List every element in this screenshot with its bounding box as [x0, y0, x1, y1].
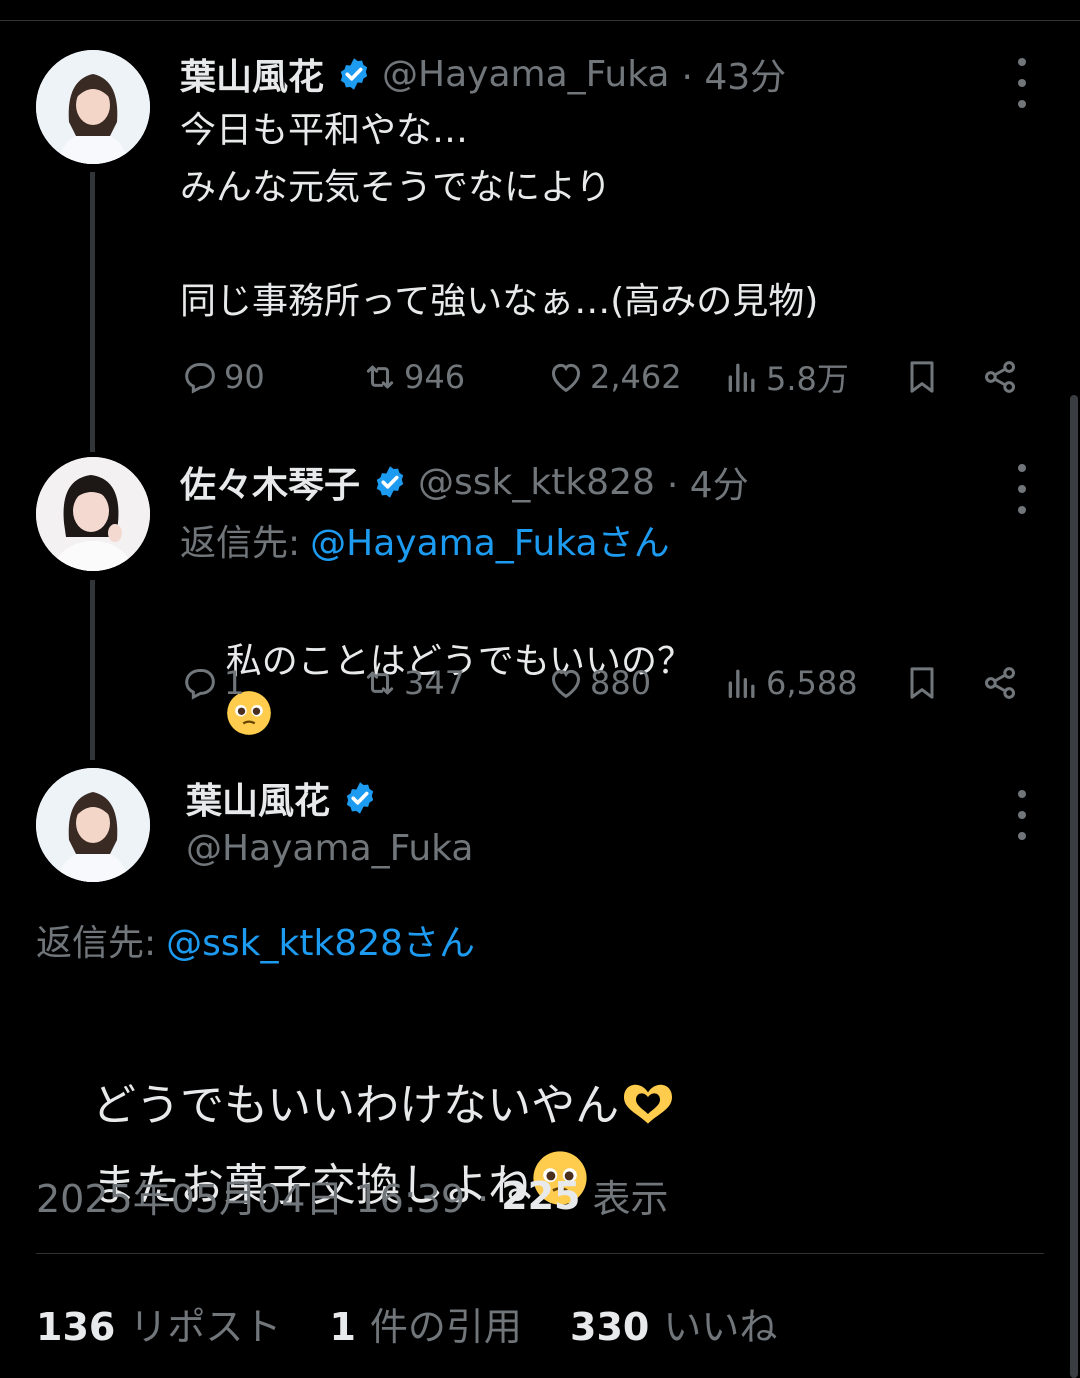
- reply-count: 90: [224, 358, 265, 396]
- author-name[interactable]: 佐々木琴子: [180, 456, 360, 508]
- retweet-count: 946: [404, 358, 466, 396]
- reply-to-link[interactable]: @ssk_ktk828さん: [166, 914, 475, 966]
- views-count: 6,588: [766, 664, 858, 702]
- reply-prefix: 返信先:: [36, 923, 157, 964]
- tweet-1[interactable]: 葉山風花 @Hayama_Fuka · 43分 今日も平和やな… みんな元気そう…: [0, 0, 1080, 452]
- reply-prefix: 返信先:: [180, 523, 301, 564]
- like-button[interactable]: 880: [546, 658, 651, 708]
- tweet-text: 今日も平和やな… みんな元気そうでなにより 同じ事務所って強いなぁ…(高みの見物…: [180, 110, 819, 322]
- main-tweet[interactable]: 葉山風花 @Hayama_Fuka 返信先: @ssk_ktk828さん どうで…: [0, 760, 1080, 1378]
- reply-count: 1: [224, 664, 245, 702]
- reply-icon: [185, 363, 215, 394]
- author-handle[interactable]: @ssk_ktk828: [418, 462, 655, 503]
- share-button[interactable]: [980, 658, 1024, 708]
- reply-to-link[interactable]: @Hayama_Fukaさん: [310, 514, 669, 566]
- share-icon: [985, 667, 1015, 699]
- avatar[interactable]: [36, 768, 150, 882]
- views-label: 表示: [592, 1177, 669, 1221]
- retweet-count: 347: [404, 664, 466, 702]
- like-button[interactable]: 2,462: [546, 352, 682, 402]
- share-icon: [985, 361, 1015, 393]
- like-icon: [551, 363, 581, 393]
- views-count: 5.8万: [766, 360, 849, 398]
- more-icon[interactable]: [1012, 464, 1032, 514]
- likes-stat[interactable]: 330 いいね: [570, 1305, 813, 1349]
- author-handle[interactable]: @Hayama_Fuka: [382, 54, 669, 95]
- reposts-stat[interactable]: 136 リポスト: [36, 1305, 317, 1349]
- tweet-time[interactable]: · 4分: [667, 456, 749, 508]
- bookmark-icon: [910, 361, 934, 393]
- avatar[interactable]: [36, 50, 150, 164]
- author-name[interactable]: 葉山風花: [180, 48, 324, 100]
- thread-line: [90, 172, 95, 452]
- author-name[interactable]: 葉山風花: [186, 772, 330, 824]
- verified-badge-icon: [376, 466, 404, 498]
- like-icon: [551, 669, 581, 699]
- retweet-icon: [366, 671, 394, 695]
- more-icon[interactable]: [1012, 58, 1032, 108]
- avatar[interactable]: [36, 457, 150, 571]
- divider: [36, 1253, 1044, 1254]
- views-icon: [728, 363, 755, 392]
- retweet-icon: [366, 365, 394, 389]
- reply-button[interactable]: 1: [180, 658, 244, 708]
- bookmark-button[interactable]: [902, 658, 946, 708]
- thread-line: [90, 580, 95, 760]
- reply-icon: [185, 669, 215, 700]
- verified-badge-icon: [346, 782, 374, 814]
- like-count: 2,462: [590, 358, 682, 396]
- share-button[interactable]: [980, 352, 1024, 402]
- engagement-stats: 136 リポスト 1 件の引用 330 いいね: [36, 1296, 813, 1351]
- tweet-datetime[interactable]: 2025年05月04日 16:39 ·: [36, 1168, 489, 1223]
- views-button[interactable]: 6,588: [722, 658, 858, 708]
- tweet-2[interactable]: 佐々木琴子 @ssk_ktk828 · 4分 返信先: @Hayama_Fuka…: [0, 440, 1080, 760]
- heart-hands-emoji: [624, 1084, 673, 1124]
- more-icon[interactable]: [1012, 790, 1032, 840]
- views-count: 225: [501, 1173, 581, 1218]
- like-count: 880: [590, 664, 652, 702]
- retweet-button[interactable]: 946: [360, 352, 465, 402]
- verified-badge-icon: [340, 58, 368, 90]
- quotes-stat[interactable]: 1 件の引用: [329, 1305, 557, 1349]
- tweet-time[interactable]: · 43分: [681, 48, 786, 100]
- retweet-button[interactable]: 347: [360, 658, 465, 708]
- author-handle[interactable]: @Hayama_Fuka: [186, 828, 473, 869]
- bookmark-icon: [910, 667, 934, 699]
- reply-button[interactable]: 90: [180, 352, 265, 402]
- views-icon: [728, 669, 755, 698]
- bookmark-button[interactable]: [902, 352, 946, 402]
- views-button[interactable]: 5.8万: [722, 352, 849, 402]
